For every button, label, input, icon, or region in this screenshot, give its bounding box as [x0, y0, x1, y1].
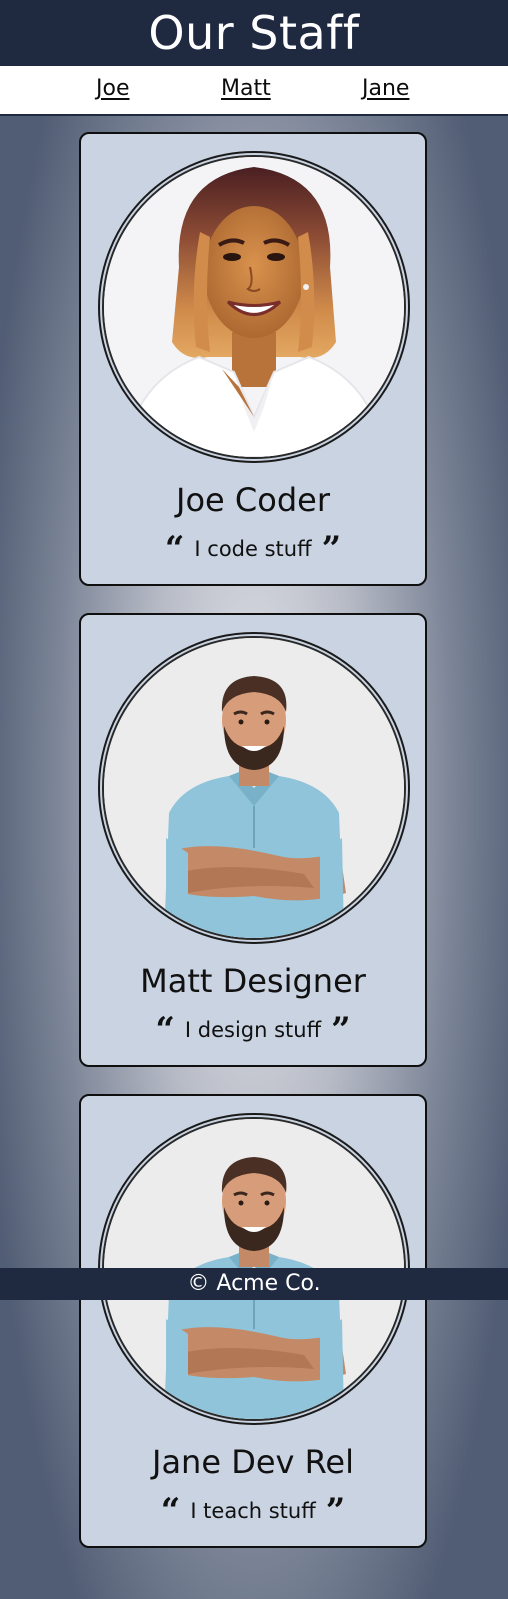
- page-title: Our Staff: [148, 6, 360, 60]
- open-quote-icon: “: [160, 1491, 181, 1531]
- staff-name: Jane Dev Rel: [152, 1443, 354, 1481]
- staff-card-jane: Jane Dev Rel “ I teach stuff ”: [79, 1094, 427, 1548]
- staff-name: Matt Designer: [140, 962, 366, 1000]
- staff-quote-text: I teach stuff: [190, 1499, 316, 1523]
- page-header: Our Staff: [0, 0, 508, 66]
- close-quote-icon: ”: [331, 1010, 351, 1050]
- staff-name: Joe Coder: [176, 481, 330, 519]
- open-quote-icon: “: [155, 1010, 175, 1050]
- staff-card-joe: Joe Coder “ I code stuff ”: [79, 132, 427, 586]
- staff-quote-text: I design stuff: [184, 1018, 322, 1042]
- man-portrait-icon: [102, 636, 406, 940]
- staff-quote: “ I teach stuff ”: [81, 1494, 425, 1528]
- photo-frame: [98, 632, 410, 944]
- nav-link-jane[interactable]: Jane: [362, 76, 409, 101]
- page-footer: © Acme Co.: [0, 1268, 508, 1300]
- photo-frame: [98, 151, 410, 463]
- staff-quote-text: I code stuff: [194, 537, 312, 561]
- open-quote-icon: “: [164, 529, 185, 569]
- woman-portrait-icon: [102, 155, 406, 459]
- nav-link-joe[interactable]: Joe: [96, 76, 129, 101]
- staff-quote: “ I code stuff ”: [81, 532, 425, 566]
- staff-card-matt: Matt Designer “ I design stuff ”: [79, 613, 427, 1067]
- close-quote-icon: ”: [325, 1491, 346, 1531]
- close-quote-icon: ”: [321, 529, 342, 569]
- copyright-text: © Acme Co.: [187, 1271, 321, 1296]
- staff-quote: “ I design stuff ”: [81, 1013, 425, 1047]
- nav-link-matt[interactable]: Matt: [221, 76, 271, 101]
- staff-nav: Joe Matt Jane: [0, 66, 508, 116]
